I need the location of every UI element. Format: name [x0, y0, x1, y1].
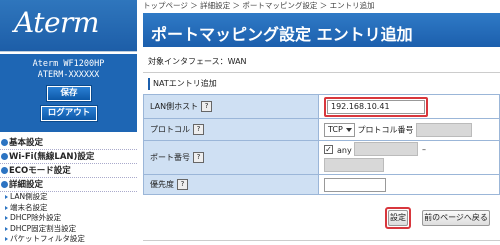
help-icon[interactable]: ? — [193, 124, 204, 135]
model-name: Aterm WF1200HP — [32, 59, 105, 69]
protocol-label: プロトコル — [150, 125, 190, 134]
submenu-label: LAN側設定 — [10, 192, 48, 201]
chevron-down-icon — [346, 127, 352, 132]
priority-label-cell: 優先度? — [143, 174, 319, 195]
menu-label: 基本設定 — [9, 138, 44, 148]
table-row-priority: 優先度? — [143, 174, 500, 195]
logout-button[interactable]: ログアウト — [41, 106, 97, 121]
port-start-input[interactable] — [354, 141, 418, 156]
priority-input[interactable] — [324, 177, 386, 192]
lan-host-label: LAN側ホスト — [150, 102, 199, 111]
menu-item-advanced[interactable]: 詳細設定 — [0, 178, 137, 192]
protocol-value-cell: TCP プロトコル番号 — [318, 118, 500, 141]
sidebar: Aterm Aterm WF1200HP ATERM-XXXXXX 保存 ログア… — [0, 0, 137, 245]
submenu-item-terminal-name[interactable]: 端末名設定 — [0, 203, 137, 214]
table-row-lan-host: LAN側ホスト? 192.168.10.41 — [143, 94, 500, 119]
back-button[interactable]: 前のページへ戻る — [422, 210, 490, 226]
arrow-icon — [5, 216, 8, 220]
arrow-icon — [5, 195, 8, 199]
help-icon[interactable]: ? — [193, 152, 204, 163]
table-row-protocol: プロトコル? TCP プロトコル番号 — [143, 118, 500, 141]
highlight-frame: 192.168.10.41 — [324, 96, 428, 117]
priority-label: 優先度 — [150, 180, 174, 189]
menu-label: Wi-Fi(無線LAN)設定 — [9, 152, 95, 162]
submenu-label: DHCP除外設定 — [10, 213, 62, 222]
bullet-icon — [1, 181, 8, 188]
port-any-label: any — [337, 145, 352, 155]
device-panel: Aterm WF1200HP ATERM-XXXXXX 保存 ログアウト — [0, 52, 137, 132]
port-separator: – — [422, 144, 426, 154]
port-any-checkbox[interactable]: ✓ — [324, 144, 333, 154]
save-button[interactable]: 保存 — [47, 86, 91, 101]
priority-value-cell — [318, 174, 500, 195]
interface-label: 対象インタフェース：WAN — [148, 57, 247, 66]
menu-label: ECOモード設定 — [9, 166, 71, 176]
aterm-logo: Aterm — [14, 6, 100, 39]
protocol-select[interactable]: TCP — [324, 122, 355, 137]
submenu-label: 端末名設定 — [10, 202, 48, 212]
table-row-port: ポート番号? ✓ any – — [143, 140, 500, 175]
port-value-cell: ✓ any – — [318, 140, 500, 175]
protocol-selected-value: TCP — [328, 124, 343, 134]
port-label: ポート番号 — [150, 153, 190, 162]
port-inputs: ✓ any – — [324, 141, 499, 174]
bullet-icon — [1, 153, 8, 160]
bullet-icon — [1, 167, 8, 174]
port-end-input[interactable] — [324, 157, 384, 172]
arrow-icon — [5, 237, 8, 241]
menu-item-eco[interactable]: ECOモード設定 — [0, 164, 137, 178]
submenu-item-dhcp-exclude[interactable]: DHCP除外設定 — [0, 213, 137, 224]
page-title: ポートマッピング設定 エントリ追加 — [151, 25, 413, 44]
protocol-label-cell: プロトコル? — [143, 118, 319, 141]
protocol-number-label: プロトコル番号 — [357, 125, 414, 134]
title-bar: ポートマッピング設定 エントリ追加 — [143, 13, 500, 47]
menu-label: 詳細設定 — [9, 180, 44, 190]
submenu-label: パケットフィルタ設定 — [10, 234, 85, 243]
lan-host-input[interactable]: 192.168.10.41 — [327, 99, 425, 114]
submenu-item-dhcp-fixed[interactable]: DHCP固定割当設定 — [0, 224, 137, 235]
submenu-item-lan[interactable]: LAN側設定 — [0, 192, 137, 203]
arrow-icon — [5, 205, 8, 210]
set-button[interactable]: 設定 — [388, 210, 408, 226]
nat-entry-table: LAN側ホスト? 192.168.10.41 プロトコル? TCP プロトコル番… — [143, 94, 500, 195]
divider — [143, 240, 500, 241]
help-icon[interactable]: ? — [177, 179, 188, 190]
main-content: トップページ ＞ 詳細設定 ＞ ポートマッピング設定 ＞ エントリ追加 ポートマ… — [143, 0, 500, 245]
breadcrumb[interactable]: トップページ ＞ 詳細設定 ＞ ポートマッピング設定 ＞ エントリ追加 — [143, 0, 375, 12]
protocol-number-input[interactable] — [416, 122, 473, 137]
device-model: Aterm WF1200HP ATERM-XXXXXX — [0, 59, 137, 81]
device-name: ATERM-XXXXXX — [37, 70, 100, 80]
lan-host-value-cell: 192.168.10.41 — [318, 94, 500, 119]
menu-item-basic[interactable]: 基本設定 — [0, 136, 137, 150]
bullet-icon — [1, 139, 8, 146]
divider — [143, 72, 500, 73]
menu-item-wifi[interactable]: Wi-Fi(無線LAN)設定 — [0, 150, 137, 164]
lan-host-label-cell: LAN側ホスト? — [143, 94, 319, 119]
submenu-label: DHCP固定割当設定 — [10, 223, 77, 233]
submenu-item-packet-filter[interactable]: パケットフィルタ設定 — [0, 234, 137, 245]
sidebar-menu: 基本設定 Wi-Fi(無線LAN)設定 ECOモード設定 詳細設定 LAN側設定… — [0, 136, 137, 245]
section-heading: NATエントリ追加 — [148, 78, 217, 90]
arrow-icon — [5, 226, 8, 231]
logo-area: Aterm — [0, 0, 137, 52]
help-icon[interactable]: ? — [201, 101, 213, 112]
port-label-cell: ポート番号? — [143, 140, 319, 175]
